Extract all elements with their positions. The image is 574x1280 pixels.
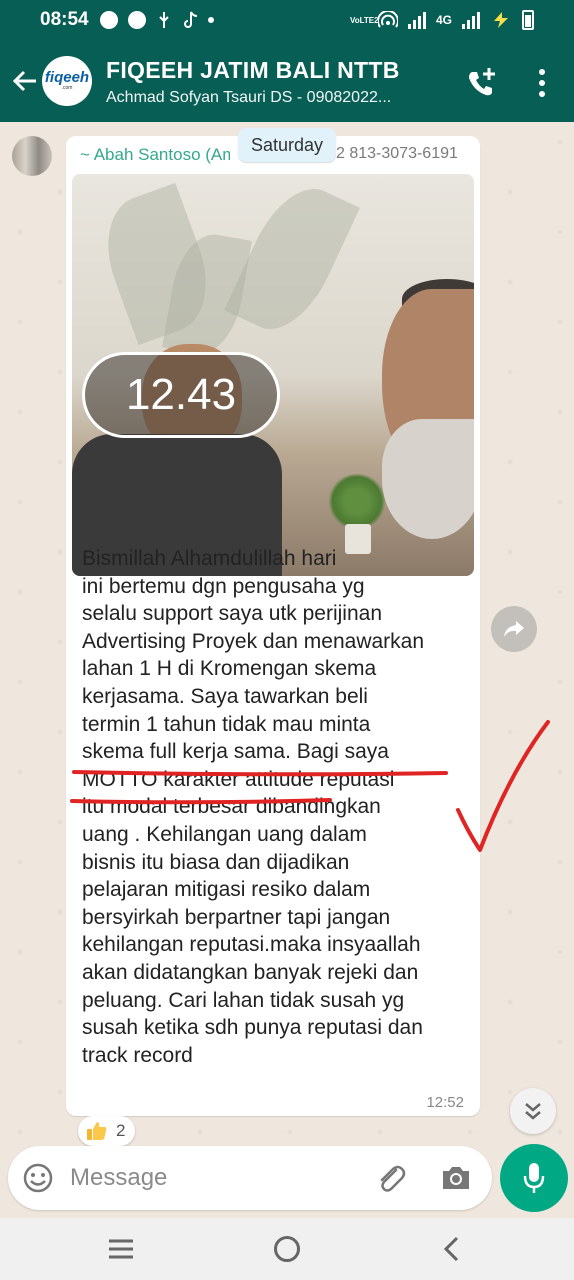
recent-apps-icon[interactable] bbox=[108, 1238, 134, 1260]
forward-button[interactable] bbox=[491, 606, 537, 652]
group-subtitle[interactable]: Achmad Sofyan Tsauri DS - 09082022... bbox=[106, 89, 446, 107]
attachment-icon[interactable] bbox=[374, 1162, 408, 1196]
nav-back-icon[interactable] bbox=[440, 1236, 464, 1262]
group-name[interactable]: FIQEEH JATIM BALI NTTB bbox=[106, 57, 400, 84]
message-text[interactable]: Bismillah Alhamdulillah hari ini bertemu… bbox=[82, 545, 474, 1069]
reaction-count: 2 bbox=[116, 1121, 126, 1140]
forward-arrow-icon bbox=[504, 621, 524, 637]
back-arrow-icon[interactable] bbox=[10, 66, 40, 96]
network-type: 4G bbox=[435, 13, 452, 27]
photo-timer-overlay: 12.43 bbox=[82, 352, 280, 438]
sender-name[interactable]: ~ Abah Santoso (Am... bbox=[80, 145, 230, 165]
chat-area[interactable]: ~ Abah Santoso (Am... 2 813-3073-6191 12… bbox=[0, 122, 574, 1220]
message-input[interactable] bbox=[70, 1160, 360, 1196]
microphone-icon bbox=[523, 1163, 545, 1193]
status-time: 08:54 bbox=[40, 9, 89, 30]
tiktok-icon bbox=[184, 11, 198, 28]
scroll-to-bottom-button[interactable] bbox=[510, 1088, 556, 1134]
system-nav-bar bbox=[0, 1218, 574, 1280]
add-call-icon[interactable] bbox=[464, 66, 498, 100]
status-right-icons: VoLTE2 4G bbox=[350, 10, 534, 30]
group-avatar[interactable]: fiqeeh .com bbox=[42, 56, 92, 106]
message-photo[interactable]: 12.43 bbox=[72, 174, 474, 576]
notification-dot-icon bbox=[100, 11, 118, 29]
message-composer bbox=[8, 1146, 492, 1210]
voice-message-button[interactable] bbox=[500, 1144, 568, 1212]
more-dot-icon bbox=[208, 17, 214, 23]
group-logo-text: fiqeeh bbox=[44, 69, 90, 86]
date-chip: Saturday bbox=[238, 128, 336, 162]
reaction-badge[interactable]: 2 bbox=[78, 1116, 136, 1146]
emoji-icon[interactable] bbox=[22, 1162, 54, 1194]
signal-bars-2-icon bbox=[462, 11, 480, 29]
hotspot-icon bbox=[377, 11, 398, 28]
home-icon[interactable] bbox=[274, 1236, 300, 1262]
message-time: 12:52 bbox=[426, 1094, 464, 1111]
signal-bars-icon bbox=[407, 11, 426, 29]
status-left-icons bbox=[100, 11, 214, 29]
thumbs-up-icon bbox=[87, 1122, 107, 1140]
overflow-menu-icon[interactable] bbox=[528, 66, 556, 100]
chat-header: fiqeeh .com FIQEEH JATIM BALI NTTB Achma… bbox=[0, 44, 574, 122]
camera-icon[interactable] bbox=[440, 1164, 472, 1192]
charging-bolt-icon bbox=[494, 12, 508, 28]
usb-icon bbox=[159, 12, 169, 28]
battery-icon bbox=[522, 10, 534, 30]
group-logo-sub: .com bbox=[61, 85, 73, 91]
photo-person-right bbox=[372, 279, 474, 576]
status-bar: 08:54 VoLTE2 4G bbox=[0, 0, 574, 44]
volte-label: VoLTE2 bbox=[349, 15, 379, 25]
message-bubble[interactable]: ~ Abah Santoso (Am... 2 813-3073-6191 12… bbox=[66, 136, 480, 1116]
compass-icon bbox=[128, 11, 146, 29]
sender-avatar[interactable] bbox=[12, 136, 52, 176]
sender-phone[interactable]: 2 813-3073-6191 bbox=[336, 145, 458, 163]
double-chevron-down-icon bbox=[525, 1103, 541, 1120]
